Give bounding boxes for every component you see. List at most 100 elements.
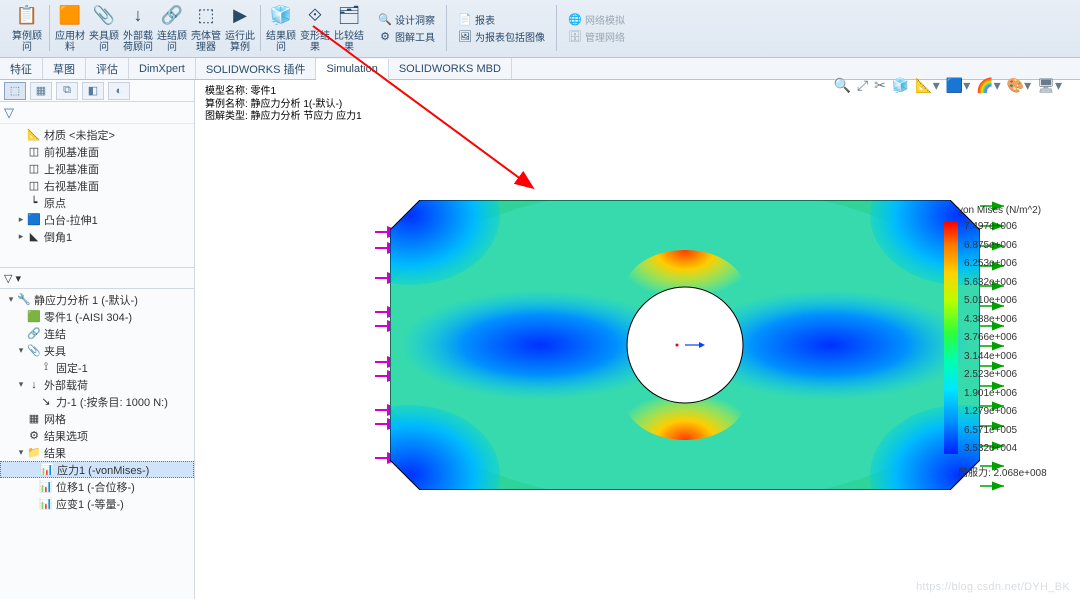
network-icon: 🌐 xyxy=(568,13,582,27)
ribbon-label: 变形结 果 xyxy=(298,31,332,53)
insight-icon: 🔍 xyxy=(378,13,392,27)
tree-item[interactable]: 📊应变1 (-等量-) xyxy=(0,495,194,512)
tree-item[interactable]: ◫右视基准面 xyxy=(0,177,194,194)
run-icon: ▶ xyxy=(227,3,253,29)
hud-zoom-fit-icon[interactable]: ⤢ xyxy=(857,77,868,94)
subtab-simulation[interactable]: Simulation xyxy=(316,59,388,80)
fixture-icon: 📎 xyxy=(91,3,117,29)
subtab-草图[interactable]: 草图 xyxy=(43,58,86,79)
sim-filter-row: ▽ ▾ xyxy=(0,267,194,289)
yield-strength: →屈服力: 2.068e+008 xyxy=(944,464,1066,479)
ribbon: 📋算例顾 问 🟧应用材 料 📎夹具顾 问 ↓外部载 荷顾问 🔗连结顾 问 ⬚壳体… xyxy=(0,0,1080,58)
tree-icon: ┕ xyxy=(26,196,42,210)
ribbon-label: 应用材 料 xyxy=(53,31,87,53)
hud-scene-icon[interactable]: 🌈▾ xyxy=(976,77,1000,94)
tree-icon: 📊 xyxy=(38,480,54,494)
tree-item[interactable]: ▸🟦凸台-拉伸1 xyxy=(0,211,194,228)
ribbon-btn-5[interactable]: ⬚壳体管 理器 xyxy=(189,2,223,54)
ribbon-mini-plot-tools[interactable]: ⚙图解工具 xyxy=(374,28,439,45)
ribbon-btn-6[interactable]: ▶运行此 算例 xyxy=(223,2,257,54)
hud-view-icon[interactable]: 🧊 xyxy=(892,77,909,94)
tree-item[interactable]: ▾📁结果 xyxy=(0,444,194,461)
simulation-tree: ▾🔧静应力分析 1 (-默认-)🟩零件1 (-AISI 304-)🔗连结▾📎夹具… xyxy=(0,289,194,599)
tree-icon: 🔧 xyxy=(16,293,32,307)
tree-icon: ⚙ xyxy=(26,429,42,443)
ribbon-btn-8[interactable]: ⟐变形结 果 xyxy=(298,2,332,54)
legend-tick: 5.010e+006 xyxy=(964,296,1017,306)
ribbon-btn-3[interactable]: ↓外部载 荷顾问 xyxy=(121,2,155,54)
ribbon-mini-design-insight[interactable]: 🔍设计洞察 xyxy=(374,11,439,28)
hud-zoom-icon[interactable]: 🔍 xyxy=(834,77,851,94)
tree-item[interactable]: ◫上视基准面 xyxy=(0,160,194,177)
tree-item[interactable]: ▾📎夹具 xyxy=(0,342,194,359)
tree-icon: ◫ xyxy=(26,145,42,159)
tree-item[interactable]: 📊位移1 (-合位移-) xyxy=(0,478,194,495)
tree-item[interactable]: ▾🔧静应力分析 1 (-默认-) xyxy=(0,291,194,308)
tree-item[interactable]: 🟩零件1 (-AISI 304-) xyxy=(0,308,194,325)
tree-label: 材质 <未指定> xyxy=(44,127,115,143)
tree-item[interactable]: ▸◣倒角1 xyxy=(0,228,194,245)
ribbon-label: 夹具顾 问 xyxy=(87,31,121,53)
funnel-icon[interactable]: ▽ ▾ xyxy=(4,272,21,285)
advisor-icon: 📋 xyxy=(14,3,40,29)
legend-tick: 4.388e+006 xyxy=(964,315,1017,325)
tree-item[interactable]: ⚙结果选项 xyxy=(0,427,194,444)
ribbon-mini-include-image[interactable]: 🖼为报表包括图像 xyxy=(454,28,549,45)
ribbon-sep xyxy=(49,5,50,51)
hud-section-icon[interactable]: ✂ xyxy=(874,77,886,94)
tree-label: 凸台-拉伸1 xyxy=(44,212,98,228)
hud-render-icon[interactable]: 🖥▾ xyxy=(1037,77,1062,94)
ribbon-btn-7[interactable]: 🧊结果顾 问 xyxy=(264,2,298,54)
tree-item[interactable]: 📐材质 <未指定> xyxy=(0,126,194,143)
hud-orient-icon[interactable]: 📐▾ xyxy=(915,77,939,94)
ribbon-btn-1[interactable]: 🟧应用材 料 xyxy=(53,2,87,54)
mini-label: 网络模拟 xyxy=(585,12,625,27)
legend-tick: 3.532e+004 xyxy=(964,444,1017,454)
legend-tick: 3.144e+006 xyxy=(964,352,1017,362)
deform-icon: ⟐ xyxy=(302,3,328,29)
ribbon-btn-9[interactable]: 🗂比较结 果 xyxy=(332,2,366,54)
panel-tab-row: ⬚ ▦ ⧉ ◧ ◐ xyxy=(0,80,194,102)
ribbon-btn-0[interactable]: 📋算例顾 问 xyxy=(8,2,46,54)
image-icon: 🖼 xyxy=(458,30,472,44)
ribbon-btn-2[interactable]: 📎夹具顾 问 xyxy=(87,2,121,54)
ribbon-btn-4[interactable]: 🔗连结顾 问 xyxy=(155,2,189,54)
subtab-solidworks-插件[interactable]: SOLIDWORKS 插件 xyxy=(196,58,317,79)
tree-item[interactable]: ◫前视基准面 xyxy=(0,143,194,160)
plot-info-text: 模型名称: 零件1 算例名称: 静应力分析 1(-默认-) 图解类型: 静应力分… xyxy=(205,86,362,124)
subtab-solidworks-mbd[interactable]: SOLIDWORKS MBD xyxy=(389,58,512,79)
hud-display-icon[interactable]: 🟦▾ xyxy=(946,77,970,94)
ribbon-mini-manage-network: 🗄管理网络 xyxy=(564,28,629,45)
panel-tab-property[interactable]: ▦ xyxy=(30,82,52,100)
panel-tab-config[interactable]: ⧉ xyxy=(56,82,78,100)
panel-tab-feature-tree[interactable]: ⬚ xyxy=(4,82,26,100)
panel-tab-dim[interactable]: ◧ xyxy=(82,82,104,100)
tree-item[interactable]: ▦网格 xyxy=(0,410,194,427)
tree-icon: ▦ xyxy=(26,412,42,426)
tree-label: 夹具 xyxy=(44,343,66,359)
tree-item[interactable]: ↘力-1 (:按条目: 1000 N:) xyxy=(0,393,194,410)
ribbon-group-minicol3: 🌐网络模拟 🗄管理网络 xyxy=(560,2,633,54)
ribbon-mini-report[interactable]: 📄报表 xyxy=(454,11,549,28)
shell-icon: ⬚ xyxy=(193,3,219,29)
subtab-dimxpert[interactable]: DimXpert xyxy=(129,58,196,79)
tree-label: 应变1 (-等量-) xyxy=(56,496,124,512)
tree-item[interactable]: ⟟固定-1 xyxy=(0,359,194,376)
results-icon: 🧊 xyxy=(268,3,294,29)
tree-label: 前视基准面 xyxy=(44,144,99,160)
subtab-评估[interactable]: 评估 xyxy=(86,58,129,79)
tree-item[interactable]: 🔗连结 xyxy=(0,325,194,342)
tree-label: 结果选项 xyxy=(44,428,88,444)
feature-tree: 📐材质 <未指定>◫前视基准面◫上视基准面◫右视基准面┕原点▸🟦凸台-拉伸1▸◣… xyxy=(0,124,194,267)
tree-label: 上视基准面 xyxy=(44,161,99,177)
hud-appear-icon[interactable]: 🎨▾ xyxy=(1007,77,1031,94)
funnel-icon[interactable]: ▽ xyxy=(4,105,20,121)
tree-item[interactable]: 📊应力1 (-vonMises-) xyxy=(0,461,194,478)
panel-tab-appearance[interactable]: ◐ xyxy=(108,82,130,100)
tree-label: 固定-1 xyxy=(56,360,88,376)
tree-item[interactable]: ┕原点 xyxy=(0,194,194,211)
graphics-area[interactable]: 模型名称: 零件1 算例名称: 静应力分析 1(-默认-) 图解类型: 静应力分… xyxy=(195,80,1080,599)
tree-icon: 🟦 xyxy=(26,213,42,227)
tree-item[interactable]: ▾↓外部载荷 xyxy=(0,376,194,393)
subtab-特征[interactable]: 特征 xyxy=(0,58,43,79)
